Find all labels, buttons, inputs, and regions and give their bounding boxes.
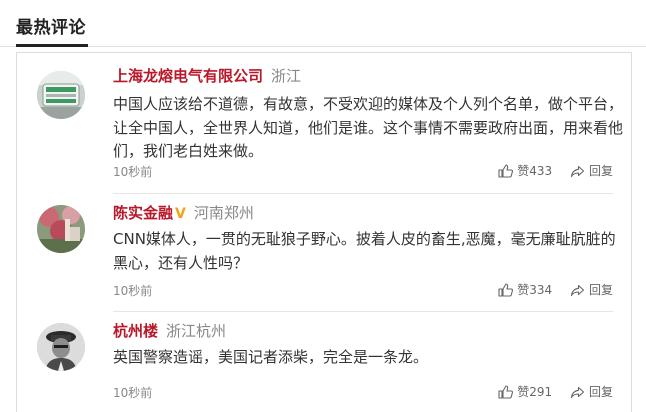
like-count: 赞433 — [517, 164, 553, 178]
avatar-image — [37, 323, 85, 371]
reply-button[interactable]: 回复 — [570, 162, 613, 179]
comment-header: 杭州楼 浙江杭州 — [113, 320, 226, 341]
avatar-image — [37, 205, 85, 253]
comment-text: CNN媒体人，一贯的无耻狼子野心。披着人皮的畜生,恶魔，毫无廉耻肮脏的黑心，还有… — [113, 230, 616, 272]
comment-text: 英国警察造谣，美国记者添柴，完全是一条龙。 — [113, 348, 429, 366]
comment-time: 10秒前 — [113, 284, 153, 298]
avatar-image — [37, 71, 85, 119]
header-divider — [0, 46, 646, 47]
avatar[interactable] — [37, 71, 85, 119]
comment-header: 上海龙熔电气有限公司 浙江 — [113, 65, 301, 86]
user-location: 浙江 — [271, 67, 302, 85]
comment-time: 10秒前 — [113, 386, 153, 400]
reply-share-icon — [570, 284, 585, 297]
reply-button[interactable]: 回复 — [570, 383, 613, 400]
comment-actions: 赞334 回复 — [484, 281, 613, 298]
thumbs-up-icon — [498, 385, 514, 399]
reply-label: 回复 — [588, 164, 613, 178]
like-button[interactable]: 赞334 — [498, 281, 552, 298]
verified-badge-icon: V — [175, 206, 186, 222]
comment-header: 陈实金融 V 河南郑州 — [113, 202, 254, 223]
comment-item: 杭州楼 浙江杭州 英国警察造谣，美国记者添柴，完全是一条龙。 10秒前 赞291 … — [17, 311, 631, 411]
username-link[interactable]: 陈实金融 — [113, 204, 173, 222]
reply-share-icon — [570, 165, 585, 178]
section-header: 最热评论 — [0, 0, 646, 52]
like-button[interactable]: 赞291 — [498, 383, 552, 400]
user-location: 河南郑州 — [193, 204, 254, 222]
comment-item: 上海龙熔电气有限公司 浙江 中国人应该给不道德，有故意，不受欢迎的媒体及个人列个名… — [17, 53, 631, 193]
avatar[interactable] — [37, 323, 85, 371]
username-link[interactable]: 杭州楼 — [113, 322, 158, 340]
user-location: 浙江杭州 — [166, 322, 227, 340]
active-tab-underline — [16, 44, 88, 47]
like-count: 赞334 — [517, 283, 553, 297]
reply-label: 回复 — [588, 385, 613, 399]
reply-button[interactable]: 回复 — [570, 281, 613, 298]
reply-label: 回复 — [588, 283, 613, 297]
comments-page: 最热评论 上海龙熔电气有限公司 浙江 中国人应该给不道德，有故意，不受欢迎的媒体… — [0, 0, 646, 412]
username-link[interactable]: 上海龙熔电气有限公司 — [113, 67, 263, 85]
comment-actions: 赞433 回复 — [484, 162, 613, 179]
thumbs-up-icon — [498, 283, 514, 297]
section-title: 最热评论 — [16, 18, 86, 38]
avatar[interactable] — [37, 205, 85, 253]
comment-time: 10秒前 — [113, 165, 153, 179]
reply-share-icon — [570, 386, 585, 399]
comment-list: 上海龙熔电气有限公司 浙江 中国人应该给不道德，有故意，不受欢迎的媒体及个人列个名… — [16, 52, 632, 412]
thumbs-up-icon — [498, 164, 514, 178]
comment-actions: 赞291 回复 — [484, 383, 613, 400]
like-count: 赞291 — [517, 385, 553, 399]
like-button[interactable]: 赞433 — [498, 162, 552, 179]
comment-item: 陈实金融 V 河南郑州 CNN媒体人，一贯的无耻狼子野心。披着人皮的畜生,恶魔，毫无… — [17, 193, 631, 311]
comment-text: 中国人应该给不道德，有故意，不受欢迎的媒体及个人列个名单，做个平台，让全中国人，… — [113, 95, 624, 160]
